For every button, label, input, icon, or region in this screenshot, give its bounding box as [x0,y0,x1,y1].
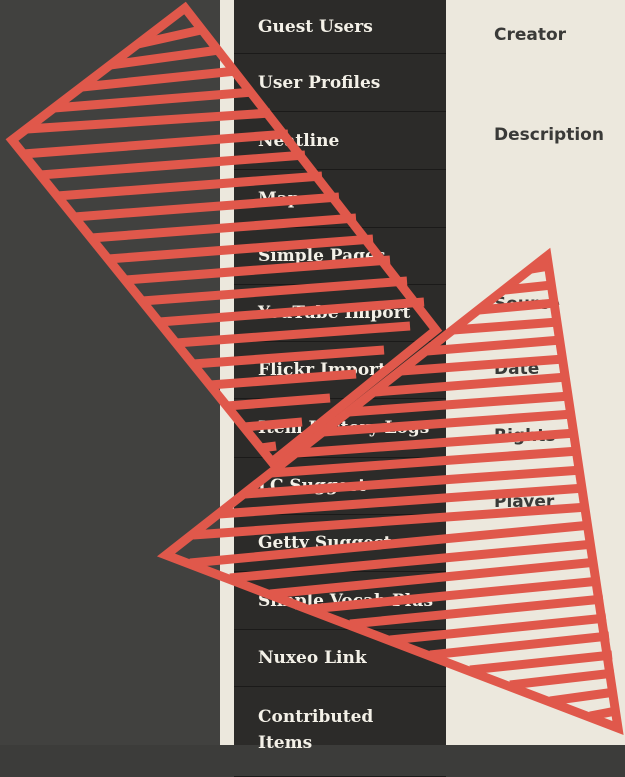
sidebar-item-map[interactable]: Map [234,170,446,228]
field-label-description: Description [494,125,604,145]
sidebar-item-simple-vocab-plus[interactable]: Simple Vocab Plus [234,572,446,630]
sidebar-nav: Guest Users User Profiles Neatline Map S… [234,0,446,777]
sidebar-item-label: LC Suggest [258,476,367,496]
panel-divider [220,0,234,745]
sidebar-item-label: Simple Pages [258,246,386,266]
sidebar-item-label: Nuxeo Link [258,648,367,668]
sidebar-item-contributed-items[interactable]: Contributed Items [234,687,446,777]
sidebar-item-getty-suggest[interactable]: Getty Suggest [234,515,446,572]
sidebar-item-item-history-logs[interactable]: Item History Logs [234,399,446,458]
sidebar-item-label: Neatline [258,130,340,151]
sidebar-item-neatline[interactable]: Neatline [234,112,446,170]
sidebar-item-lc-suggest[interactable]: LC Suggest [234,458,446,515]
field-label-date: Date [494,359,540,379]
sidebar-item-label: Item History Logs [258,418,430,438]
sidebar-item-label: YouTube Import [258,303,411,323]
item-form: Creator Description Source Date Rights P… [446,0,625,745]
sidebar-item-label: Guest Users [258,16,373,37]
sidebar-item-label: Getty Suggest [258,533,392,553]
sidebar-item-youtube-import[interactable]: YouTube Import [234,285,446,342]
sidebar-item-label: User Profiles [258,72,381,93]
sidebar-item-simple-pages[interactable]: Simple Pages [234,228,446,285]
sidebar-item-label: Contributed Items [258,707,374,753]
sidebar-item-guest-users[interactable]: Guest Users [234,0,446,54]
left-panel [0,0,220,745]
sidebar-item-label: Flickr Import [258,360,386,380]
field-label-rights: Rights [494,426,556,446]
sidebar-item-nuxeo-link[interactable]: Nuxeo Link [234,630,446,687]
sidebar-item-flickr-import[interactable]: Flickr Import [234,342,446,399]
field-label-source: Source [494,294,561,314]
sidebar-item-label: Map [258,188,300,209]
sidebar-item-user-profiles[interactable]: User Profiles [234,54,446,112]
sidebar-item-label: Simple Vocab Plus [258,590,434,611]
field-label-player: Player [494,492,555,512]
field-label-creator: Creator [494,25,567,45]
